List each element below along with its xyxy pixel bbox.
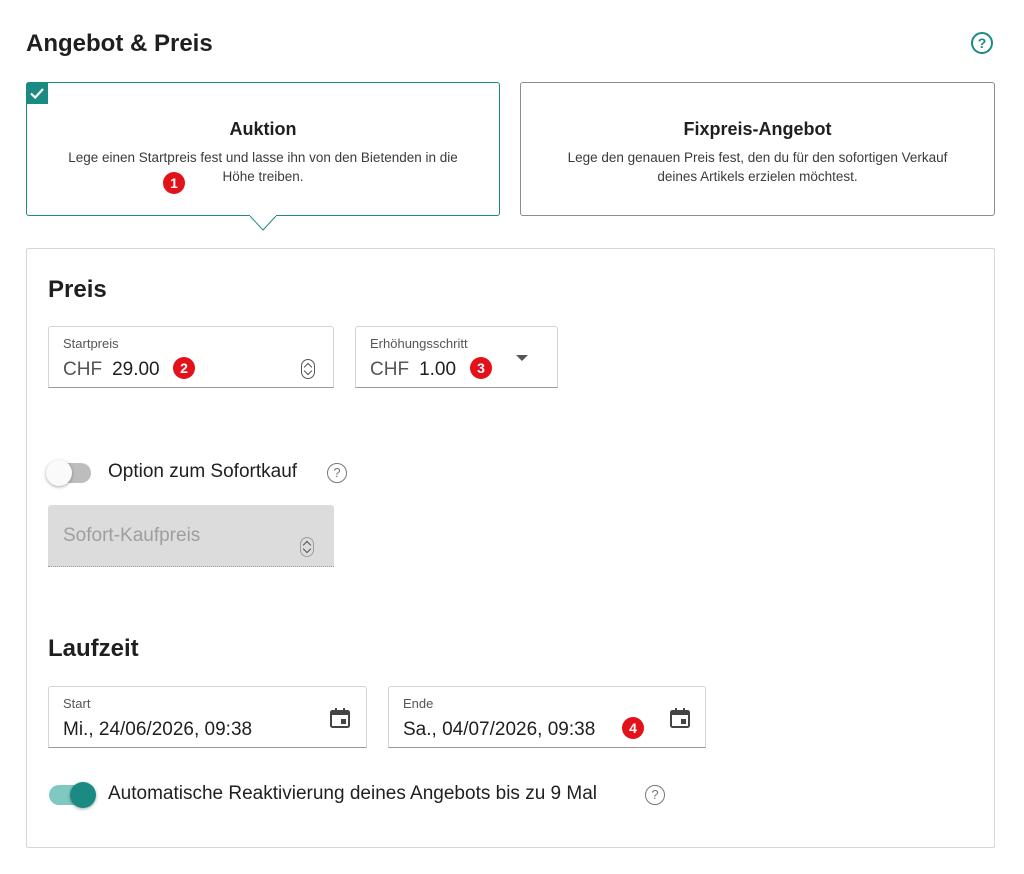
step-badge-1: 1 (163, 172, 185, 194)
start-date-label: Start (63, 696, 91, 711)
buy-now-price-placeholder: Sofort-Kaufpreis (63, 525, 201, 546)
calendar-icon[interactable] (669, 707, 691, 729)
end-date-field[interactable]: Ende Sa., 04/07/2026, 09:38 4 (388, 686, 706, 748)
auction-title: Auktion (229, 119, 297, 139)
selection-pointer-arrow (250, 208, 276, 231)
buy-now-price-field: Sofort-Kaufpreis (48, 505, 334, 567)
increment-value-row: CHF 1.00 (370, 359, 456, 381)
increment-label: Erhöhungsschritt (370, 336, 468, 351)
buy-now-toggle-knob[interactable] (46, 460, 72, 486)
buy-now-label: Option zum Sofortkauf (108, 461, 298, 482)
calendar-icon[interactable] (329, 707, 351, 729)
question-circle-icon[interactable]: ? (971, 32, 993, 54)
dropdown-arrow-icon[interactable] (516, 355, 528, 361)
auto-reactivation-toggle-knob[interactable] (70, 782, 96, 808)
start-date-field[interactable]: Start Mi., 24/06/2026, 09:38 (48, 686, 367, 748)
fixed-price-title: Fixpreis-Angebot (683, 119, 832, 139)
start-price-currency: CHF (63, 359, 103, 380)
end-date-value: Sa., 04/07/2026, 09:38 (403, 719, 596, 740)
start-price-label: Startpreis (63, 336, 119, 351)
number-stepper-icon (300, 537, 314, 557)
checkmark-icon (26, 82, 48, 104)
start-price-value-row: CHF 29.00 (63, 359, 160, 381)
step-badge-3: 3 (470, 357, 492, 379)
step-badge-4: 4 (622, 717, 644, 739)
question-circle-icon[interactable]: ? (327, 463, 347, 483)
auto-reactivation-label: Automatische Reaktivierung deines Angebo… (108, 783, 597, 804)
start-date-value: Mi., 24/06/2026, 09:38 (63, 719, 253, 740)
page-title: Angebot & Preis (26, 30, 213, 57)
increment-value: 1.00 (419, 359, 457, 380)
end-date-label: Ende (403, 696, 434, 711)
start-price-field[interactable]: Startpreis CHF 29.00 2 (48, 326, 334, 388)
increment-currency: CHF (370, 359, 410, 380)
increment-select[interactable]: Erhöhungsschritt CHF 1.00 3 (355, 326, 558, 388)
fixed-price-description: Lege den genauen Preis fest, den du für … (567, 150, 948, 184)
price-section-title: Preis (48, 276, 107, 303)
start-price-value[interactable]: 29.00 (112, 359, 160, 380)
step-badge-2: 2 (173, 357, 195, 379)
question-circle-icon[interactable]: ? (645, 785, 665, 805)
duration-section-title: Laufzeit (48, 635, 139, 662)
auction-description: Lege einen Startpreis fest und lasse ihn… (68, 150, 458, 184)
offer-type-auction-card[interactable]: Auktion Lege einen Startpreis fest und l… (26, 82, 500, 216)
offer-type-fixed-price-card[interactable]: Fixpreis-Angebot Lege den genauen Preis … (520, 82, 995, 216)
price-duration-panel: Preis Startpreis CHF 29.00 2 Erhöhungssch… (26, 248, 995, 848)
number-stepper-icon[interactable] (301, 359, 315, 379)
